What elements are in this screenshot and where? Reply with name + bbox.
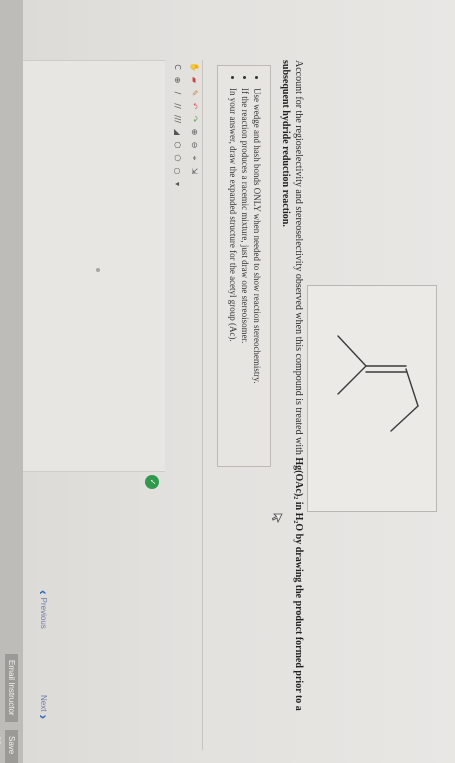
instruction-item: If the reaction produces a racemic mixtu…	[239, 88, 251, 466]
triple-line-icon[interactable]: ///	[173, 114, 183, 124]
next-button[interactable]: Next ›	[36, 695, 52, 719]
save-button[interactable]: Save an	[0, 730, 18, 763]
navigation: ‹ Previous Next ›	[35, 590, 55, 740]
clean-icon[interactable]: ⌖	[190, 153, 200, 163]
instructions-box: Use wedge and hash bonds ONLY when neede…	[217, 65, 271, 467]
next-label: Next	[39, 695, 49, 712]
dropdown-icon[interactable]: ▾	[173, 179, 183, 189]
email-instructor-button[interactable]: Email Instructor	[5, 654, 18, 722]
line-icon[interactable]: /	[173, 88, 183, 98]
undo-icon[interactable]: ↶	[190, 101, 200, 111]
redo-icon[interactable]: ↷	[190, 114, 200, 124]
plus-icon[interactable]: ⊕	[173, 75, 183, 85]
chevron-right-icon: ›	[36, 714, 52, 720]
question-text: Account for the regioselectivity and ste…	[279, 60, 305, 760]
pencil-icon[interactable]: ✎	[190, 88, 200, 98]
instruction-item: In your answer, draw the expanded struct…	[227, 88, 239, 466]
toolbar-row-1: ✋ ▰ ✎ ↶ ↷ ⊕ ⊖ ⌖ ⇲	[186, 62, 203, 212]
status-badge[interactable]: ✓	[145, 475, 159, 489]
cursor-icon	[272, 513, 283, 524]
alkene-structure-icon	[337, 335, 419, 432]
canvas-dot	[96, 268, 100, 272]
drawing-panel[interactable]	[0, 60, 165, 472]
instruction-item: Use wedge and hash bonds ONLY when neede…	[251, 88, 263, 466]
rotated-page: Account for the regioselectivity and ste…	[0, 0, 455, 763]
previous-button[interactable]: ‹ Previous	[36, 590, 52, 629]
question-part1: Account for the regioselectivity and ste…	[293, 60, 304, 458]
double-line-icon[interactable]: //	[173, 101, 183, 111]
zoom-out-icon[interactable]: ⊖	[190, 140, 200, 150]
scale-icon[interactable]: ⇲	[190, 166, 200, 176]
molecule-structure-box	[307, 285, 437, 512]
editor-toolbar: ✋ ▰ ✎ ↶ ↷ ⊕ ⊖ ⌖ ⇲ C ⊕ / // /// ◢ ⬡ ⬠ ○ ▾	[165, 62, 203, 212]
ring-icon[interactable]: ⬡	[173, 140, 183, 150]
footer-bar: Email Instructor Save an	[0, 0, 23, 763]
toolbar-row-2: C ⊕ / // /// ◢ ⬡ ⬠ ○ ▾	[169, 62, 186, 212]
eraser-icon[interactable]: ▰	[190, 75, 200, 85]
zoom-in-icon[interactable]: ⊕	[190, 127, 200, 137]
wedge-icon[interactable]: ◢	[173, 127, 183, 137]
previous-label: Previous	[39, 597, 49, 629]
chevron-left-icon: ‹	[36, 590, 52, 595]
ring-icon[interactable]: ⬠	[173, 153, 183, 163]
hand-icon[interactable]: ✋	[190, 62, 200, 72]
charge-icon[interactable]: C	[173, 62, 183, 72]
ring-icon[interactable]: ○	[173, 166, 183, 176]
